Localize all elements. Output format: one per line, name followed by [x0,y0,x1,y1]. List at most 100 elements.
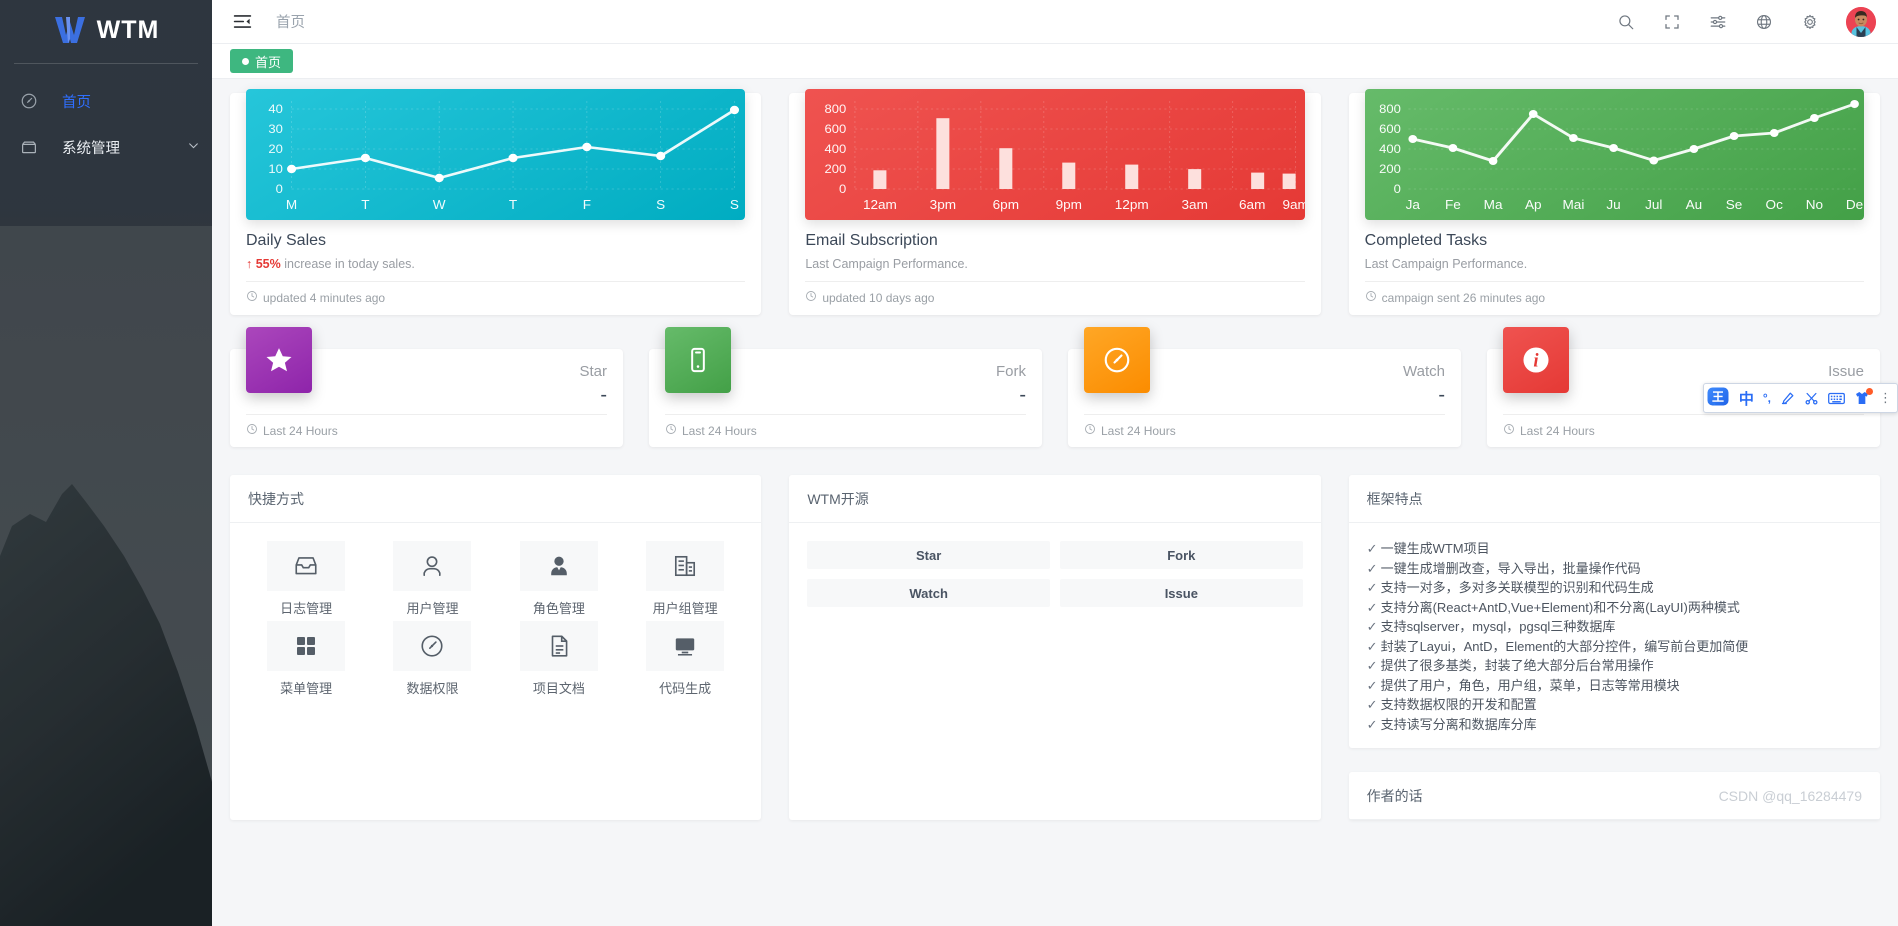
topbar-actions [1616,6,1876,37]
svg-text:600: 600 [1379,122,1401,135]
ime-punctuation[interactable]: °, [1763,391,1771,405]
ime-scissors-icon[interactable] [1804,391,1819,406]
ime-notification-badge [1866,388,1873,395]
svg-text:30: 30 [268,122,283,135]
breadcrumb[interactable]: 首页 [276,11,305,32]
card-subtitle: Last Campaign Performance. [1364,257,1528,271]
shortcut-user-group-management[interactable]: 用户组管理 [627,541,743,617]
shortcut-user-management[interactable]: 用户管理 [374,541,490,617]
menu-fold-icon[interactable] [230,10,254,34]
svg-text:12pm: 12pm [1115,198,1149,212]
svg-text:Jul: Jul [1645,198,1662,212]
shortcut-code-generation[interactable]: 代码生成 [627,621,743,697]
shortcut-role-management[interactable]: 角色管理 [501,541,617,617]
panel-shortcuts: 快捷方式 日志管理 用户管理 角色管理 用户组管理 菜单管理 数据权限 项目文档… [230,475,762,820]
opensource-button-fork[interactable]: Fork [1059,541,1303,569]
ime-chinese-mode[interactable]: 中 [1739,388,1754,409]
svg-text:Ma: Ma [1483,198,1503,212]
completed-tasks-chart: 800 600 400 200 0 Ja Fe Ma Ap Mai Ju Jul… [1364,89,1864,220]
shortcut-menu-management[interactable]: 菜单管理 [248,621,364,697]
stat-footer: Last 24 Hours [665,414,1026,447]
chevron-down-icon [187,139,200,155]
feature-item: ✓ 封装了Layui，AntD，Element的大部分控件，编写前台更加简便 [1367,637,1862,657]
feature-text: 支持sqlserver，mysql，pgsql三种数据库 [1380,619,1616,634]
email-subscription-barchart-svg: 800600400 2000 12am 3pm 6pm 9pm 12pm 3am… [825,101,1305,212]
feature-item: ✓ 支持读写分离和数据库分库 [1367,715,1862,735]
star-icon [246,327,312,393]
gear-icon[interactable] [1800,12,1820,32]
user-avatar[interactable] [1846,6,1876,37]
svg-text:S: S [656,198,665,212]
feature-item: ✓ 提供了用户，角色，用户组，菜单，日志等常用模块 [1367,676,1862,696]
svg-text:0: 0 [839,182,846,195]
svg-text:Ju: Ju [1606,198,1620,212]
feature-item: ✓ 支持一对多，多对多关联模型的识别和代码生成 [1367,578,1862,598]
feature-text: 一键生成WTM项目 [1380,541,1490,556]
ime-skin-shirt-icon[interactable] [1854,388,1873,406]
check-icon: ✓ [1366,697,1378,712]
shortcut-data-permission[interactable]: 数据权限 [374,621,490,697]
brand-name: WTM [96,15,160,44]
stat-card-watch[interactable]: Watch - Last 24 Hours [1068,327,1461,447]
subtitle-rest: increase in today sales. [284,257,415,271]
globe-icon[interactable] [1754,12,1774,32]
svg-text:Oc: Oc [1765,198,1783,212]
search-icon[interactable] [1616,12,1636,32]
sliders-icon[interactable] [1708,12,1728,32]
stat-card-star[interactable]: Star - Last 24 Hours [230,327,623,447]
check-icon: ✓ [1366,619,1378,634]
tab-label: 首页 [255,54,282,70]
shortcut-label: 用户组管理 [652,601,718,616]
stat-footer: Last 24 Hours [1084,414,1445,447]
check-icon: ✓ [1366,541,1378,556]
sogou-ime-logo-icon[interactable]: 王 [1706,386,1730,410]
svg-text:W: W [433,198,447,212]
tab-active-dot-icon [242,57,249,65]
svg-text:400: 400 [825,142,847,155]
svg-text:Fe: Fe [1445,198,1461,212]
check-icon: ✓ [1366,638,1378,654]
panel-title: WTM开源 [807,490,869,507]
opensource-button-issue[interactable]: Issue [1059,579,1303,607]
card-footer-text: updated 10 days ago [822,290,935,305]
opensource-button-star[interactable]: Star [807,541,1050,569]
clock-icon [665,423,677,438]
clock-icon [805,290,817,305]
right-panel-column: 框架特点 ✓ 一键生成WTM项目 ✓ 一键生成增删改查，导入导出，批量操作代码 ✓ 支… [1348,475,1880,820]
ime-handwriting-pen-icon[interactable] [1780,391,1795,406]
ime-toolbar[interactable]: 王 中 °, ⋮ [1702,383,1898,413]
card-title: Email Subscription [805,232,938,249]
topbar: 首页 [212,0,1898,44]
card-subtitle: ↑ 55% increase in today sales. [246,257,745,271]
features-list: ✓ 一键生成WTM项目 ✓ 一键生成增删改查，导入导出，批量操作代码 ✓ 支持一对多，… [1367,539,1862,734]
user-outline-icon [393,541,472,591]
ime-more[interactable]: ⋮ [1879,390,1893,406]
svg-text:40: 40 [268,102,283,115]
svg-text:20: 20 [268,142,283,155]
card-footer: campaign sent 26 minutes ago [1364,281,1864,315]
brand[interactable]: WTM [0,0,212,60]
shortcut-project-document[interactable]: 项目文档 [501,621,617,697]
ime-keyboard-icon[interactable] [1828,391,1845,406]
svg-text:0: 0 [1393,182,1400,195]
svg-text:200: 200 [825,162,847,175]
stat-card-fork[interactable]: Fork - Last 24 Hours [649,327,1042,447]
svg-text:9pm: 9pm [1056,198,1082,212]
shortcuts-grid: 日志管理 用户管理 角色管理 用户组管理 菜单管理 数据权限 项目文档 代码生成 [248,541,743,701]
dashboard-icon [18,90,40,112]
shortcut-label: 日志管理 [280,601,333,616]
shortcut-log-management[interactable]: 日志管理 [248,541,364,617]
opensource-button-watch[interactable]: Watch [807,579,1050,607]
tab-home[interactable]: 首页 [230,49,294,73]
fullscreen-icon[interactable] [1662,12,1682,32]
svg-text:Ja: Ja [1405,198,1420,212]
shortcut-label: 代码生成 [659,681,712,696]
stat-footer-text: Last 24 Hours [682,423,757,438]
user-solid-icon [519,541,598,591]
svg-text:800: 800 [825,102,847,115]
panel-body: 日志管理 用户管理 角色管理 用户组管理 菜单管理 数据权限 项目文档 代码生成 [230,523,761,719]
clock-icon [246,290,258,305]
sidebar-item-home[interactable]: 首页 [0,78,212,124]
sidebar-item-system-management[interactable]: 系统管理 [0,124,212,170]
check-icon: ✓ [1366,716,1378,732]
